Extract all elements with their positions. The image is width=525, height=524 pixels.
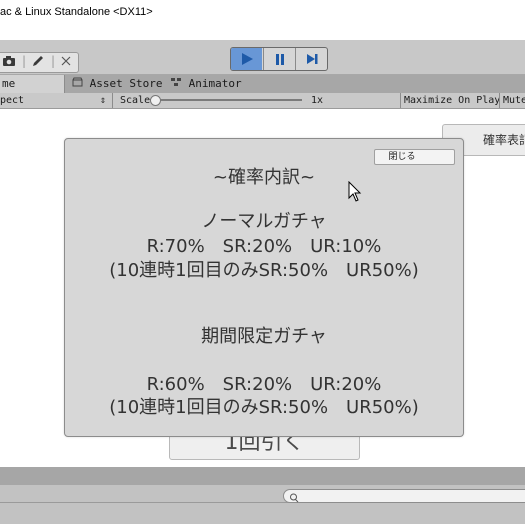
tab-game-label: me xyxy=(2,77,16,90)
close-button-label: 閉じる xyxy=(388,152,416,162)
camera-icon[interactable] xyxy=(2,54,16,71)
mute-audio-toggle[interactable]: Mute xyxy=(503,93,525,108)
normal-gacha-heading: ノーマルガチャ xyxy=(201,211,327,232)
tab-asset-store-label: Asset Store xyxy=(89,77,163,90)
scale-value: 1x xyxy=(311,95,324,106)
window-titlebar: ac & Linux Standalone <DX11> xyxy=(0,0,525,40)
close-icon[interactable] xyxy=(60,54,72,71)
pause-button[interactable] xyxy=(263,48,295,70)
scale-label: Scale xyxy=(120,95,151,106)
pause-icon xyxy=(275,54,284,65)
play-icon xyxy=(241,53,253,65)
divider xyxy=(400,93,401,108)
play-button[interactable] xyxy=(231,48,262,70)
tab-asset-store[interactable]: Asset Store xyxy=(72,75,162,93)
window-title: ac & Linux Standalone <DX11> xyxy=(0,6,153,18)
toolbar: | | xyxy=(0,40,525,75)
tab-animator-label: Animator xyxy=(188,77,242,90)
step-button[interactable] xyxy=(295,48,327,70)
play-controls xyxy=(230,47,328,71)
panel-title: ~確率内訳~ xyxy=(212,167,316,188)
tool-divider: | xyxy=(22,54,27,68)
tab-animator[interactable]: Animator xyxy=(170,75,242,93)
limited-gacha-note: (10連時1回目のみSR:50% UR50%) xyxy=(109,397,419,418)
limited-gacha-heading: 期間限定ガチャ xyxy=(201,326,327,347)
maximize-on-play-toggle[interactable]: Maximize On Play xyxy=(404,93,500,108)
scale-slider[interactable] xyxy=(150,95,302,106)
tab-game[interactable]: me xyxy=(0,75,65,93)
slider-thumb[interactable] xyxy=(150,95,161,106)
divider xyxy=(112,93,113,108)
store-icon xyxy=(72,77,90,90)
aspect-label: pect xyxy=(0,95,25,106)
slider-track xyxy=(150,99,302,101)
pencil-icon[interactable] xyxy=(31,54,45,71)
mouse-cursor-icon xyxy=(348,180,362,207)
game-view-controls: pect ⇕ Scale 1x Maximize On Play Mute xyxy=(0,93,525,109)
normal-gacha-rates: R:70% SR:20% UR:10% xyxy=(146,236,382,257)
divider xyxy=(499,93,500,108)
search-icon xyxy=(289,489,299,508)
dropdown-arrow-icon: ⇕ xyxy=(100,95,107,106)
normal-gacha-note: (10連時1回目のみSR:50% UR50%) xyxy=(109,260,419,281)
probability-button-label: 確率表記 xyxy=(483,133,525,147)
tool-divider: | xyxy=(51,54,56,68)
console-tab-strip xyxy=(0,467,525,485)
animator-icon xyxy=(170,77,189,90)
aspect-dropdown[interactable]: pect ⇕ xyxy=(0,93,110,108)
scene-tools: | | xyxy=(0,52,79,73)
tab-bar: me Asset Store Animator xyxy=(0,75,525,94)
search-input[interactable] xyxy=(283,489,525,503)
step-icon xyxy=(306,54,317,64)
